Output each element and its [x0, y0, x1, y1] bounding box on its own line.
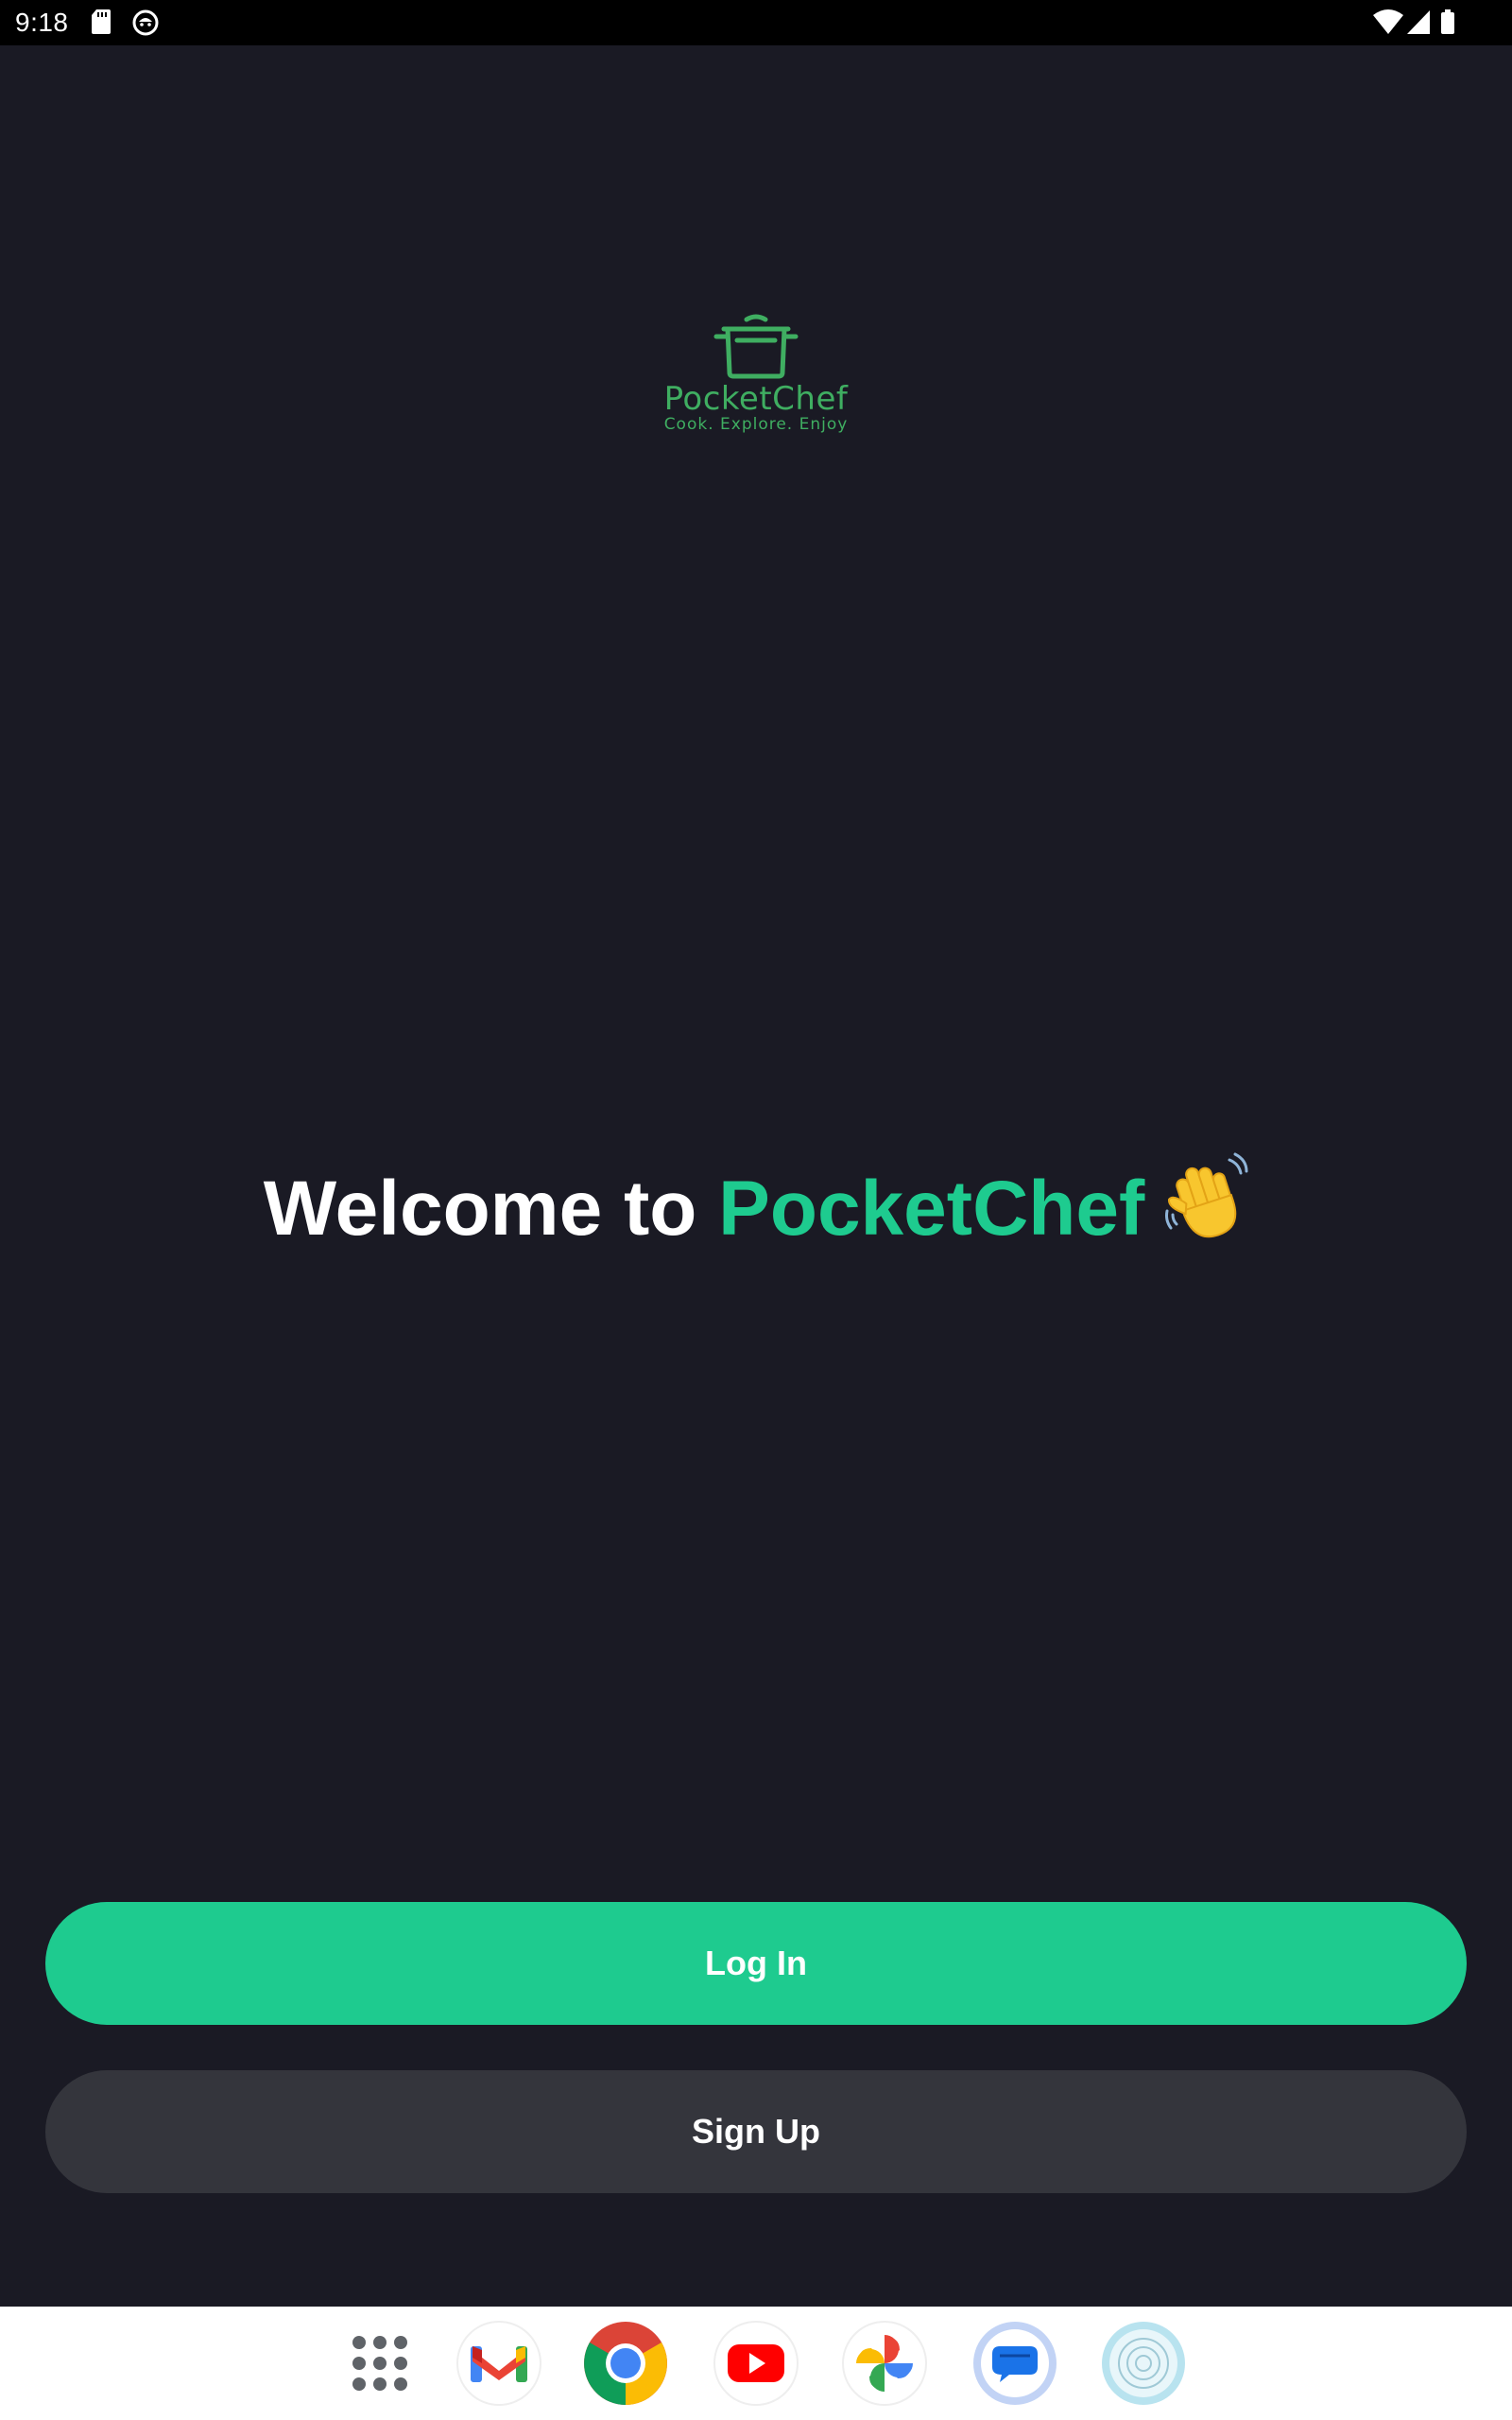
- logo-name: PocketChef: [663, 380, 849, 418]
- welcome-prefix: Welcome to: [263, 1166, 719, 1253]
- youtube-icon[interactable]: [713, 2320, 799, 2407]
- app-dock: [0, 2307, 1512, 2420]
- welcome-brand: PocketChef: [718, 1166, 1145, 1253]
- app-logo: PocketChef Cook. Explore. Enjoy: [662, 312, 850, 435]
- status-time: 9:18: [15, 8, 69, 37]
- photos-icon[interactable]: [841, 2320, 928, 2407]
- cooking-pot-icon: [713, 314, 799, 379]
- wifi-icon: [1373, 9, 1403, 34]
- cat-face-icon: [132, 9, 159, 36]
- waving-hand-icon: [1161, 1152, 1248, 1265]
- gmail-icon[interactable]: [455, 2320, 542, 2407]
- logo-tagline: Cook. Explore. Enjoy: [663, 415, 849, 434]
- chrome-icon[interactable]: [582, 2320, 669, 2407]
- messages-icon[interactable]: [971, 2320, 1058, 2407]
- camera-icon[interactable]: [1100, 2320, 1187, 2407]
- signal-icon: [1407, 10, 1430, 34]
- battery-icon: [1441, 9, 1454, 34]
- login-button[interactable]: Log In: [45, 1902, 1467, 2025]
- signup-button[interactable]: Sign Up: [45, 2070, 1467, 2193]
- welcome-heading: Welcome to PocketChef: [0, 1152, 1512, 1270]
- sd-card-icon: [92, 9, 111, 34]
- status-bar: 9:18: [0, 0, 1512, 45]
- app-drawer-icon[interactable]: [336, 2320, 423, 2407]
